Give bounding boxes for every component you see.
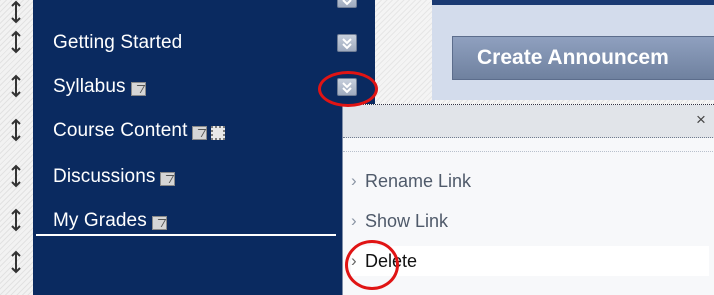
edit-icon[interactable] xyxy=(130,82,146,96)
drag-handle-gutter xyxy=(0,0,33,295)
drag-handle-icon[interactable] xyxy=(7,208,25,232)
menu-divider xyxy=(36,234,336,236)
edit-icon[interactable] xyxy=(160,172,176,186)
menu-item-course-content[interactable]: Course Content xyxy=(53,118,226,144)
arrow-right-icon: › xyxy=(351,251,357,270)
drag-handle-icon[interactable] xyxy=(7,250,25,274)
chevron-down-icon[interactable] xyxy=(337,78,357,96)
drag-handle-icon[interactable] xyxy=(7,74,25,98)
arrow-right-icon: › xyxy=(351,171,357,190)
arrow-right-icon: › xyxy=(351,211,357,230)
context-menu-header: × xyxy=(343,105,714,138)
drag-handle-icon[interactable] xyxy=(7,30,25,54)
menu-item-label: Getting Started xyxy=(53,32,183,53)
link-context-menu: × › Rename Link › Show Link › Delete xyxy=(342,104,714,295)
chevron-down-icon[interactable] xyxy=(337,34,357,52)
edit-icon[interactable] xyxy=(151,216,167,230)
close-icon[interactable]: × xyxy=(693,111,709,128)
drag-handle-icon[interactable] xyxy=(7,0,25,24)
content-options-icon[interactable] xyxy=(211,126,226,140)
menu-item-label: My Grades xyxy=(53,210,147,231)
context-menu-separator xyxy=(343,151,714,152)
menu-option-label: Delete xyxy=(365,250,418,271)
menu-option-label: Show Link xyxy=(365,210,449,231)
menu-option-rename-link[interactable]: › Rename Link xyxy=(351,166,709,196)
menu-option-delete[interactable]: › Delete xyxy=(351,246,709,276)
menu-item-syllabus[interactable]: Syllabus xyxy=(53,74,146,100)
course-menu: Getting Started Syllabus Course Content … xyxy=(33,0,375,295)
menu-item-label: Course Content xyxy=(53,120,188,141)
drag-handle-icon[interactable] xyxy=(7,164,25,188)
create-announcement-label: Create Announcem xyxy=(477,46,669,69)
menu-item-discussions[interactable]: Discussions xyxy=(53,164,176,190)
edit-icon[interactable] xyxy=(192,126,208,140)
menu-item-my-grades[interactable]: My Grades xyxy=(53,208,167,234)
content-panel-border xyxy=(432,0,714,5)
menu-item-label: Discussions xyxy=(53,166,156,187)
chevron-down-icon[interactable] xyxy=(337,0,357,8)
menu-option-label: Rename Link xyxy=(365,170,472,191)
create-announcement-button[interactable]: Create Announcem xyxy=(452,36,714,80)
menu-item-label: Syllabus xyxy=(53,76,126,97)
menu-item-getting-started[interactable]: Getting Started xyxy=(53,30,182,56)
menu-option-show-link[interactable]: › Show Link xyxy=(351,206,709,236)
drag-handle-icon[interactable] xyxy=(7,118,25,142)
